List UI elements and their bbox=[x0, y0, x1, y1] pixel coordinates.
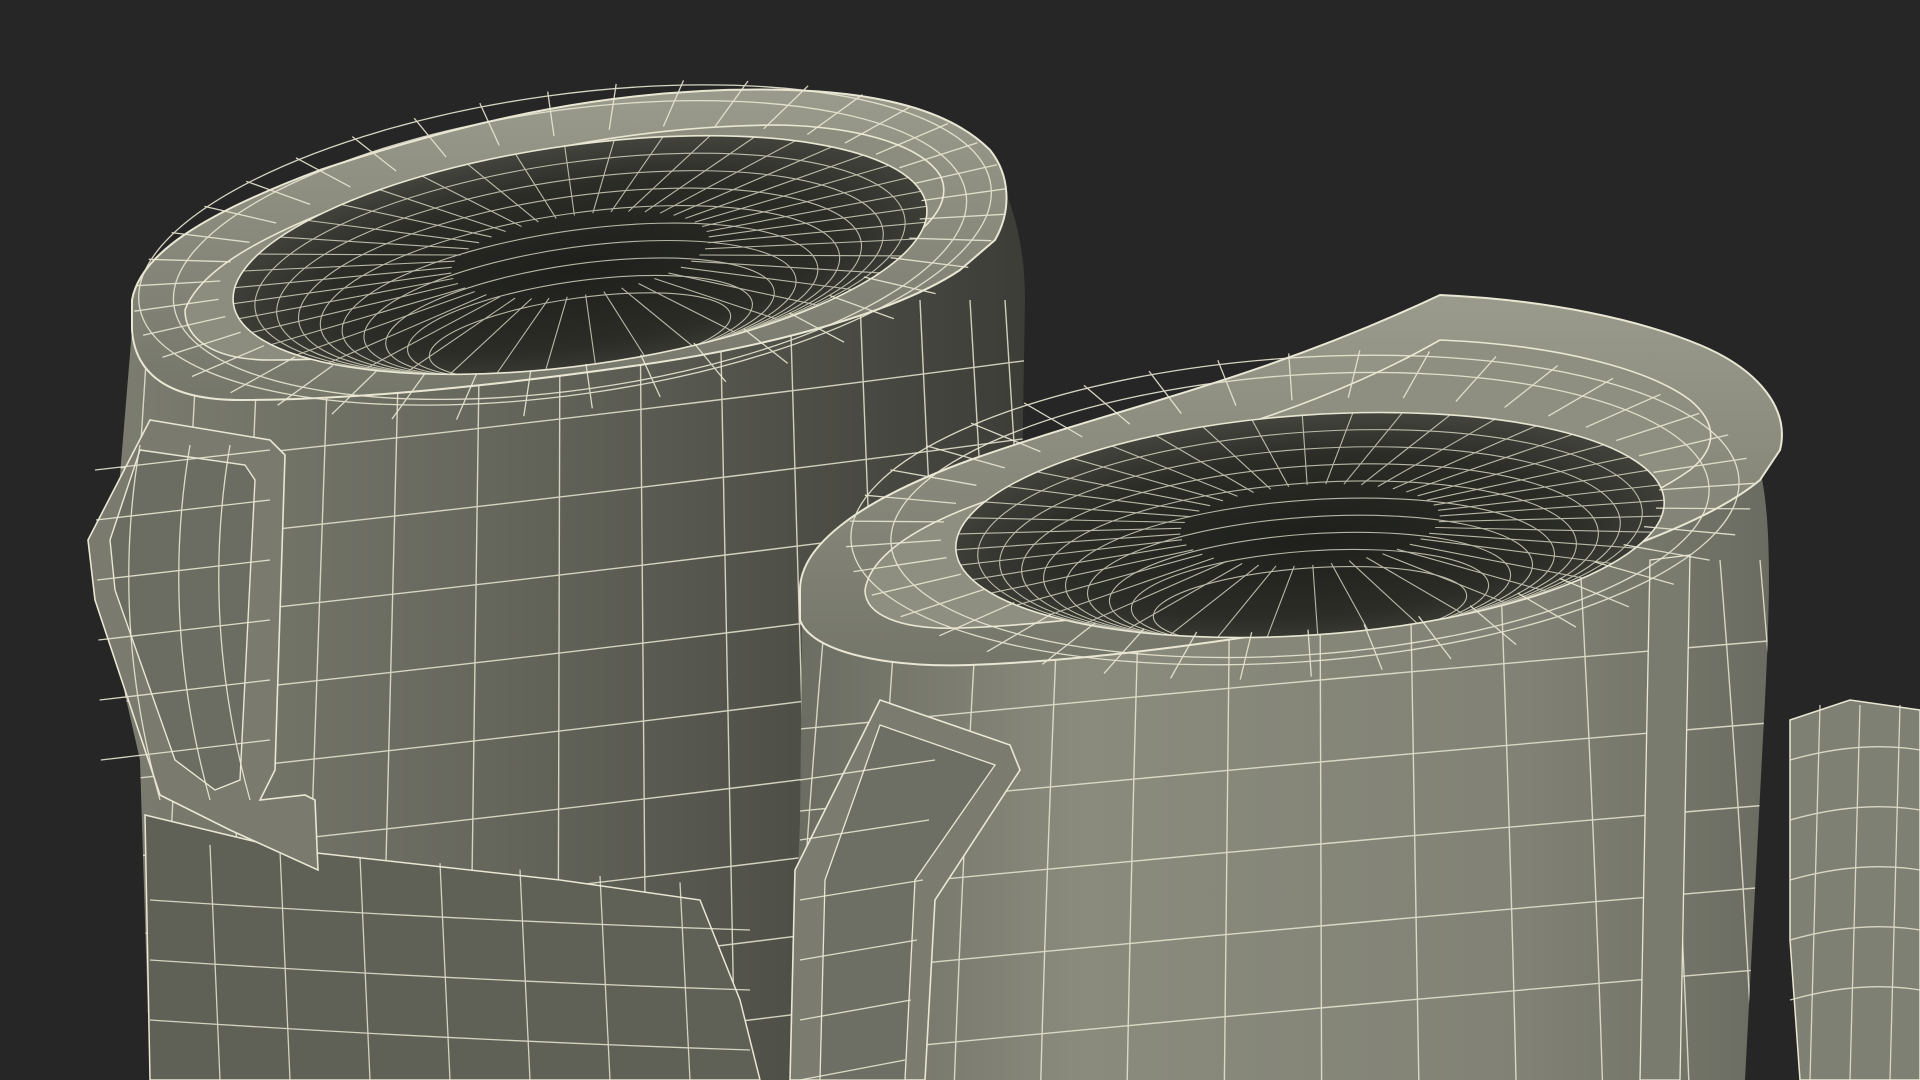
wire-edge bbox=[1655, 507, 1751, 510]
wireframe-render bbox=[0, 0, 1920, 1080]
render-viewport bbox=[0, 0, 1920, 1080]
wire-edge bbox=[849, 520, 945, 523]
